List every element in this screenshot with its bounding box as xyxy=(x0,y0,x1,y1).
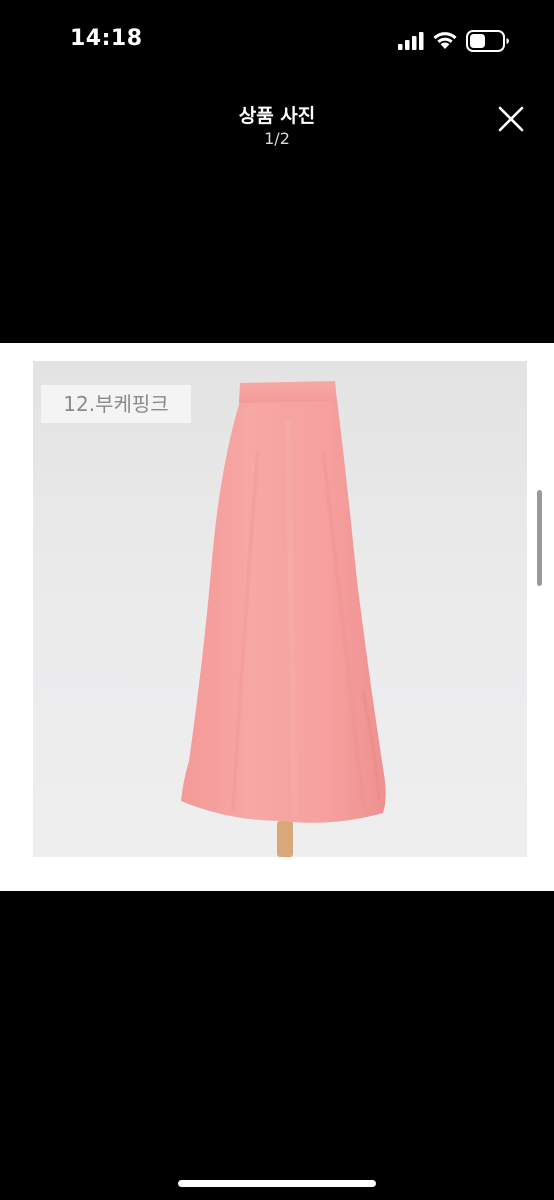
wifi-icon xyxy=(433,32,457,49)
close-icon xyxy=(498,106,524,132)
skirt-waistband xyxy=(239,381,337,403)
battery-icon xyxy=(466,30,509,52)
photo-viewer-screen: 14:18 상품 사진 1/2 12.부케핑크 xyxy=(0,0,554,1200)
close-button[interactable] xyxy=(492,100,530,138)
page-title: 상품 사진 xyxy=(238,105,316,127)
cellular-signal-icon xyxy=(398,32,424,50)
home-indicator[interactable] xyxy=(178,1180,376,1187)
mannequin-stand xyxy=(277,821,293,857)
skirt-shape xyxy=(181,399,386,823)
status-time: 14:18 xyxy=(70,26,143,51)
product-photo-frame: 12.부케핑크 xyxy=(0,343,554,891)
skirt-image xyxy=(181,381,386,857)
photo-counter: 1/2 xyxy=(264,129,290,148)
status-bar: 14:18 xyxy=(0,0,554,84)
scroll-indicator[interactable] xyxy=(537,490,542,586)
color-option-label: 12.부케핑크 xyxy=(41,385,191,423)
product-photo[interactable]: 12.부케핑크 xyxy=(33,361,527,857)
